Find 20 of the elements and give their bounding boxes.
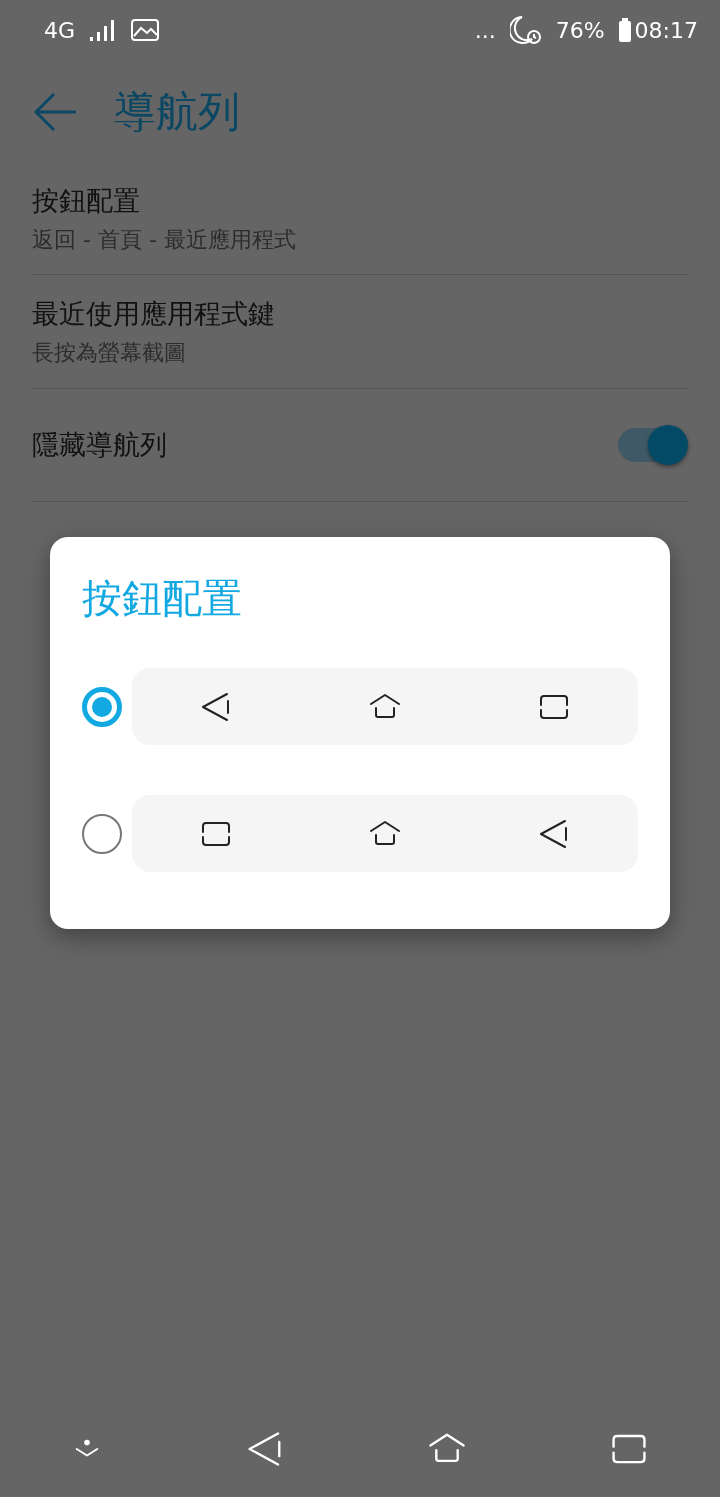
button-layout-preview[interactable] — [132, 668, 638, 745]
overflow-dots: ... — [474, 17, 496, 43]
radio-button[interactable] — [82, 686, 122, 727]
toggle-switch[interactable] — [616, 423, 688, 467]
button-layout-preview[interactable] — [132, 795, 638, 872]
radio-button[interactable] — [82, 813, 122, 854]
battery-icon — [618, 18, 631, 42]
setting-summary: 長按為螢幕截圖 — [32, 338, 187, 367]
setting-title[interactable]: 最近使用應用程式鍵 — [32, 295, 275, 332]
moon-alarm-icon — [509, 15, 542, 45]
clock-time: 08:17 — [634, 17, 698, 43]
page-title: 導航列 — [114, 86, 240, 138]
back-icon — [537, 817, 570, 850]
setting-title[interactable]: 按鈕配置 — [32, 183, 296, 219]
network-type: 4G — [44, 17, 76, 43]
setting-summary: 返回 - 首頁 - 最近應用程式 — [32, 226, 296, 254]
setting-title[interactable]: 隱藏導航列 — [32, 427, 167, 463]
dialog-title: 按鈕配置 — [82, 574, 243, 623]
image-icon — [131, 19, 160, 41]
battery-percentage: 76% — [555, 17, 605, 43]
